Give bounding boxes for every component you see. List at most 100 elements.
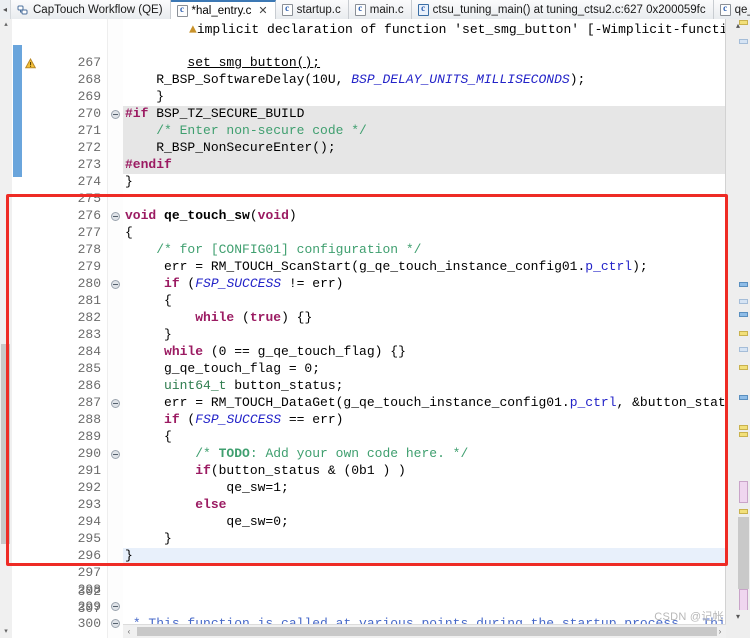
- horizontal-scrollbar-track[interactable]: [135, 626, 717, 637]
- fold-collapse-icon[interactable]: [111, 280, 120, 289]
- code-line-277[interactable]: {: [123, 225, 726, 242]
- overview-marker-warning[interactable]: [739, 509, 748, 514]
- fold-collapse-icon[interactable]: [111, 450, 120, 459]
- tab-qe-touch-sample-c[interactable]: qe_touch_sample.c: [713, 0, 750, 19]
- code-text: set_smg_button();: [187, 55, 321, 70]
- fold-collapse-icon[interactable]: [111, 110, 120, 119]
- tab-startup-c[interactable]: startup.c: [275, 0, 349, 19]
- tab-scroll-left-icon[interactable]: ◂: [0, 0, 11, 19]
- code-line-288[interactable]: if (FSP_SUCCESS == err): [123, 412, 726, 429]
- overview-ruler[interactable]: ▴ ▾: [725, 19, 750, 638]
- tab-hal-entry-c[interactable]: *hal_entry.c ✕: [170, 0, 276, 19]
- line-number: 285: [77, 361, 101, 376]
- tab-label: *hal_entry.c: [191, 4, 252, 17]
- c-file-icon: [281, 3, 293, 16]
- fold-collapse-icon[interactable]: [111, 212, 120, 221]
- scroll-corner-down-icon[interactable]: ▾: [0, 625, 12, 638]
- code-line-282[interactable]: while (true) {}: [123, 310, 726, 327]
- overview-marker-info[interactable]: [739, 299, 748, 304]
- overview-marker-warning[interactable]: [739, 425, 748, 430]
- line-number: 287: [77, 395, 101, 410]
- watermark-text: CSDN @记帐: [654, 611, 724, 623]
- overview-marker-info[interactable]: [739, 347, 748, 352]
- line-number-ruler: 267 268 269 270 271 272 273 274 275 276 …: [23, 19, 107, 638]
- code-line-286[interactable]: uint64_t button_status;: [123, 378, 726, 395]
- tab-label: ctsu_tuning_main() at tuning_ctsu2.c:627…: [432, 3, 706, 16]
- scroll-down-icon[interactable]: ▾: [726, 610, 750, 624]
- overview-marker-info[interactable]: [739, 312, 748, 317]
- overview-marker-info[interactable]: [739, 39, 748, 44]
- horizontal-scrollbar[interactable]: ‹ ›: [123, 624, 726, 638]
- warning-triangle-icon[interactable]: [24, 57, 37, 69]
- code-line-273[interactable]: #endif: [123, 157, 726, 174]
- code-line-294[interactable]: qe_sw=0;: [123, 514, 726, 531]
- fold-collapse-icon[interactable]: [111, 619, 120, 628]
- tab-ctsu-tuning-main-frame[interactable]: ctsu_tuning_main() at tuning_ctsu2.c:627…: [411, 0, 714, 19]
- overview-marker-warning[interactable]: [739, 20, 748, 25]
- overview-marker-warning[interactable]: [739, 365, 748, 370]
- overview-marker-info[interactable]: [739, 395, 748, 400]
- code-line-285[interactable]: g_qe_touch_flag = 0;: [123, 361, 726, 378]
- code-line-278[interactable]: /* for [CONFIG01] configuration */: [123, 242, 726, 259]
- line-number: 271: [77, 123, 101, 138]
- line-number: 282: [77, 310, 101, 325]
- overview-marker-search[interactable]: [739, 481, 748, 503]
- line-number: 302: [77, 584, 101, 599]
- code-line-269[interactable]: }: [123, 89, 726, 106]
- code-line-293[interactable]: else: [123, 497, 726, 514]
- eclipse-editor-window: ◂ CapTouch Workflow (QE) *hal_entry.c ✕ …: [0, 0, 750, 638]
- code-line-268[interactable]: R_BSP_SoftwareDelay(10U, BSP_DELAY_UNITS…: [123, 72, 726, 89]
- fold-collapse-icon[interactable]: [111, 399, 120, 408]
- tab-label: startup.c: [296, 3, 341, 16]
- code-line-290[interactable]: /* TODO: Add your own code here. */: [123, 446, 726, 463]
- code-line-296[interactable]: }: [123, 548, 726, 565]
- code-line-283[interactable]: }: [123, 327, 726, 344]
- code-line-289[interactable]: {: [123, 429, 726, 446]
- c-file-icon: [719, 3, 731, 16]
- overview-marker-warning[interactable]: [739, 432, 748, 437]
- code-line-267[interactable]: set_smg_button();: [123, 55, 726, 72]
- fold-collapse-icon[interactable]: [111, 602, 120, 611]
- line-number: 290: [77, 446, 101, 461]
- overview-marker-warning[interactable]: [739, 331, 748, 336]
- code-line-274[interactable]: }: [123, 174, 726, 191]
- line-number: 275: [77, 191, 101, 206]
- workflow-icon: [17, 4, 29, 16]
- tab-main-c[interactable]: main.c: [348, 0, 412, 19]
- code-line-297[interactable]: [123, 565, 726, 582]
- overview-marker-info[interactable]: [739, 282, 748, 287]
- code-line-284[interactable]: while (0 == g_qe_touch_flag) {}: [123, 344, 726, 361]
- line-number: 307: [77, 601, 101, 616]
- code-line-287[interactable]: err = RM_TOUCH_DataGet(g_qe_touch_instan…: [123, 395, 726, 412]
- line-number: 284: [77, 344, 101, 359]
- code-line-280[interactable]: if (FSP_SUCCESS != err): [123, 276, 726, 293]
- code-line-279[interactable]: err = RM_TOUCH_ScanStart(g_qe_touch_inst…: [123, 259, 726, 276]
- line-number: 280: [77, 276, 101, 291]
- code-line-272[interactable]: R_BSP_NonSecureEnter();: [123, 140, 726, 157]
- code-line-291[interactable]: if(button_status & (0b1 ) ): [123, 463, 726, 480]
- code-canvas[interactable]: ▲implicit declaration of function 'set_s…: [123, 19, 726, 638]
- scroll-left-icon[interactable]: ‹: [123, 627, 135, 636]
- code-line-292[interactable]: qe_sw=1;: [123, 480, 726, 497]
- horizontal-scrollbar-thumb[interactable]: [137, 627, 717, 636]
- line-number: 276: [77, 208, 101, 223]
- code-line-276[interactable]: void qe_touch_sw(void): [123, 208, 726, 225]
- line-number: 283: [77, 327, 101, 342]
- tab-close-icon[interactable]: ✕: [258, 4, 267, 17]
- code-line-275[interactable]: [123, 191, 726, 208]
- editor-tab-bar: ◂ CapTouch Workflow (QE) *hal_entry.c ✕ …: [0, 0, 750, 20]
- line-number: 289: [77, 429, 101, 444]
- code-line-271[interactable]: /* Enter non-secure code */: [123, 123, 726, 140]
- scroll-up-icon[interactable]: ▴: [2, 20, 10, 29]
- line-number: 296: [77, 548, 101, 563]
- tab-label: CapTouch Workflow (QE): [33, 3, 163, 16]
- code-line-295[interactable]: }: [123, 531, 726, 548]
- c-file-icon: [354, 3, 366, 16]
- tab-captouch-workflow[interactable]: CapTouch Workflow (QE): [11, 0, 171, 19]
- line-number: 297: [77, 565, 101, 580]
- code-line-281[interactable]: {: [123, 293, 726, 310]
- left-scrollbar-thumb[interactable]: [1, 344, 10, 544]
- vertical-scrollbar-thumb[interactable]: [738, 517, 749, 589]
- line-number: 286: [77, 378, 101, 393]
- code-line-270[interactable]: #if BSP_TZ_SECURE_BUILD: [123, 106, 726, 123]
